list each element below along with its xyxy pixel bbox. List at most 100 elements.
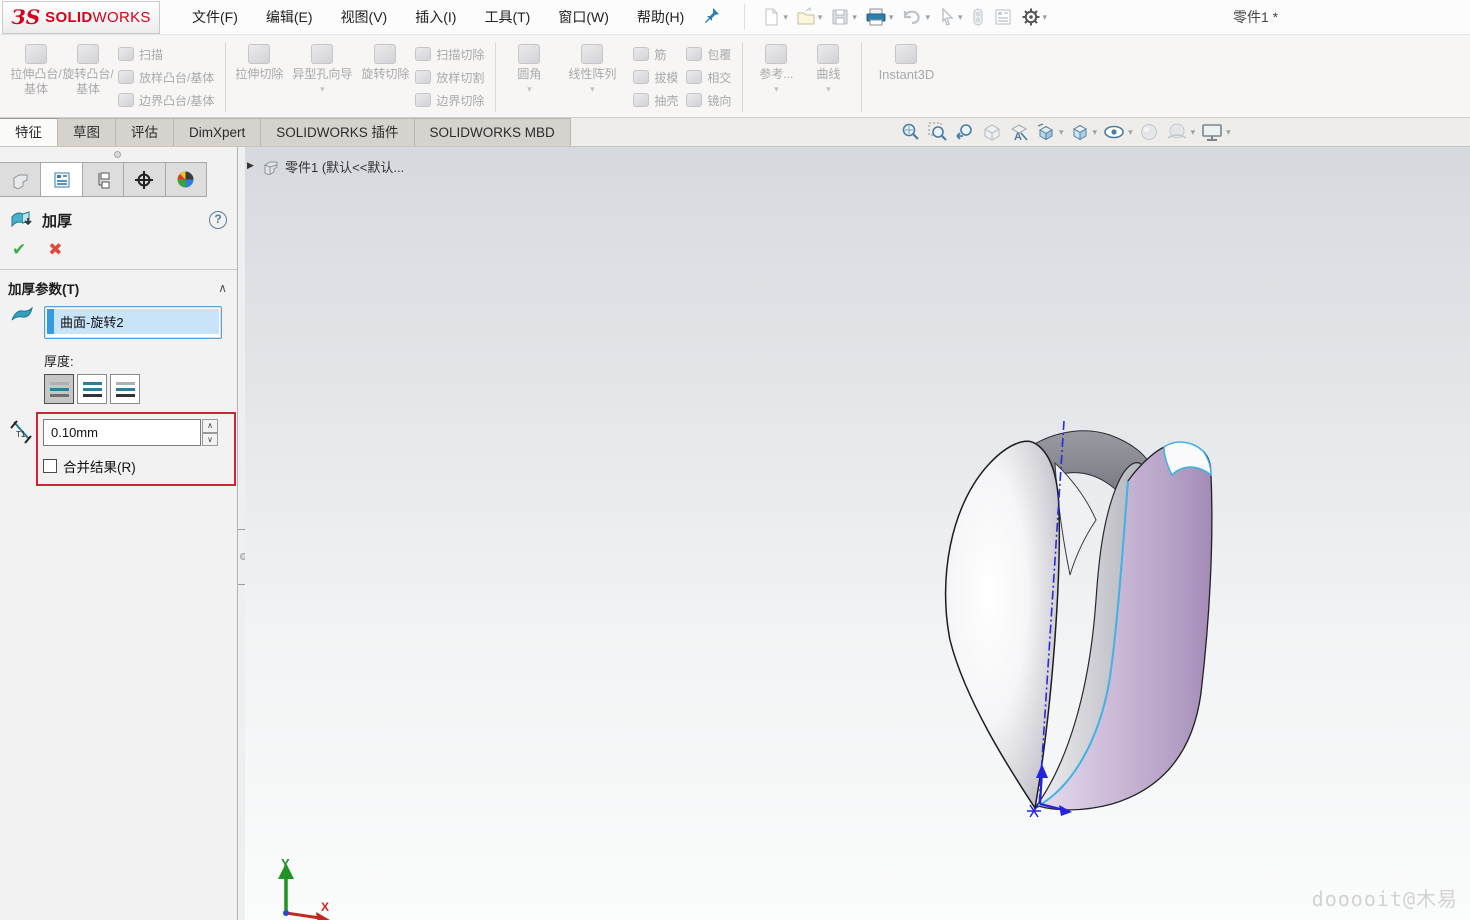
zoom-to-fit-button[interactable] — [898, 120, 924, 144]
tab-dimxpert-manager[interactable] — [124, 163, 165, 196]
dropdown-caret-icon[interactable]: ▾ — [527, 85, 532, 93]
menu-edit[interactable]: 编辑(E) — [252, 0, 327, 34]
tab-sketch[interactable]: 草图 — [58, 118, 116, 146]
shell-button[interactable]: 抽壳 — [633, 92, 678, 109]
menu-window[interactable]: 窗口(W) — [544, 0, 623, 34]
panel-divider[interactable] — [237, 147, 245, 920]
dropdown-caret-icon[interactable]: ▾ — [1191, 127, 1196, 138]
swept-cut-button[interactable]: 扫描切除 — [415, 46, 484, 63]
select-button[interactable]: ▾ — [936, 4, 965, 30]
revolved-boss-base-button[interactable]: 旋转凸台/基体 — [62, 37, 114, 117]
help-icon[interactable]: ? — [209, 211, 227, 229]
cancel-button[interactable]: ✖ — [48, 241, 62, 259]
menu-file[interactable]: 文件(F) — [178, 0, 252, 34]
tab-property-manager[interactable] — [41, 163, 82, 196]
view-orientation-button[interactable]: ▾ — [1033, 120, 1066, 144]
menu-help[interactable]: 帮助(H) — [623, 0, 698, 34]
extruded-cut-button[interactable]: 拉伸切除 — [233, 37, 285, 117]
revolved-cut-button[interactable]: 旋转切除 — [359, 37, 411, 117]
panel-top-splitter[interactable] — [0, 147, 237, 162]
dropdown-caret-icon[interactable]: ▾ — [889, 12, 894, 23]
settings-gear-icon[interactable]: ▾ — [1019, 4, 1050, 30]
thicken-side1-button[interactable] — [44, 374, 74, 404]
dropdown-caret-icon[interactable]: ▾ — [826, 85, 831, 93]
dynamic-annotation-views-button[interactable]: A — [1006, 120, 1032, 144]
dropdown-caret-icon[interactable]: ▾ — [1226, 127, 1231, 138]
intersect-button[interactable]: 相交 — [686, 69, 731, 86]
model-3d-tulip[interactable] — [920, 415, 1230, 830]
rebuild-button[interactable] — [969, 4, 987, 30]
fillet-button[interactable]: 圆角 ▾ — [503, 37, 555, 117]
draft-button[interactable]: 拔模 — [633, 69, 678, 86]
thickness-input[interactable]: 0.10mm — [43, 419, 201, 446]
apply-scene-button[interactable]: ▾ — [1163, 120, 1198, 144]
dropdown-caret-icon[interactable]: ▾ — [320, 85, 325, 93]
petal-left[interactable] — [946, 441, 1060, 808]
wrap-button[interactable]: 包覆 — [686, 46, 731, 63]
spin-down-button[interactable]: ∨ — [202, 433, 218, 447]
dropdown-caret-icon[interactable]: ▾ — [925, 12, 930, 23]
rib-button[interactable]: 筋 — [633, 46, 678, 63]
previous-view-button[interactable] — [952, 120, 978, 144]
dropdown-caret-icon[interactable]: ▾ — [852, 12, 857, 23]
boundary-cut-button[interactable]: 边界切除 — [415, 92, 484, 109]
selected-surface-item[interactable]: 曲面-旋转2 — [47, 309, 219, 334]
curves-button[interactable]: 曲线 ▾ — [802, 37, 854, 117]
tab-evaluate[interactable]: 评估 — [116, 118, 174, 146]
menu-view[interactable]: 视图(V) — [327, 0, 402, 34]
dropdown-caret-icon[interactable]: ▾ — [1043, 12, 1048, 23]
hole-wizard-button[interactable]: 异型孔向导 ▾ — [285, 37, 359, 117]
dropdown-caret-icon[interactable]: ▾ — [818, 12, 823, 23]
spin-up-button[interactable]: ∧ — [202, 419, 218, 433]
dropdown-caret-icon[interactable]: ▾ — [1059, 127, 1064, 138]
flyout-tree-arrow-icon[interactable]: ▶ — [247, 160, 254, 171]
linear-pattern-button[interactable]: 线性阵列 ▾ — [555, 37, 629, 117]
section-collapse-icon[interactable]: ∧ — [218, 281, 227, 295]
mirror-button[interactable]: 镜向 — [686, 92, 731, 109]
graphics-viewport[interactable]: ▶ 零件1 (默认<<默认... — [245, 147, 1470, 920]
instant3d-button[interactable]: Instant3D — [869, 37, 943, 117]
save-button[interactable]: ▾ — [828, 4, 859, 30]
tab-solidworks-mbd[interactable]: SOLIDWORKS MBD — [415, 118, 571, 146]
edit-appearance-button[interactable] — [1136, 120, 1162, 144]
dropdown-caret-icon[interactable]: ▾ — [783, 12, 788, 23]
zoom-to-area-button[interactable] — [925, 120, 951, 144]
lofted-boss-button[interactable]: 放样凸台/基体 — [118, 69, 214, 86]
tab-dimxpert[interactable]: DimXpert — [174, 118, 261, 146]
menu-insert[interactable]: 插入(I) — [401, 0, 470, 34]
ok-button[interactable]: ✔ — [12, 241, 26, 259]
thicken-side2-button[interactable] — [110, 374, 140, 404]
open-button[interactable]: ▾ — [794, 4, 825, 30]
tab-display-manager[interactable] — [166, 163, 206, 196]
pin-menu-icon[interactable] — [704, 7, 720, 28]
thicken-both-sides-button[interactable] — [77, 374, 107, 404]
menu-tools[interactable]: 工具(T) — [470, 0, 544, 34]
petal-inner-face[interactable] — [1055, 463, 1096, 575]
print-button[interactable]: ▾ — [863, 4, 896, 30]
tab-configuration-manager[interactable] — [83, 163, 124, 196]
tab-feature-manager[interactable] — [0, 163, 41, 196]
feature-tree-root[interactable]: 零件1 (默认<<默认... — [263, 157, 404, 176]
new-document-button[interactable]: ▾ — [759, 4, 790, 30]
undo-button[interactable]: ▾ — [899, 4, 932, 30]
tab-features[interactable]: 特征 — [0, 118, 58, 146]
dropdown-caret-icon[interactable]: ▾ — [1093, 127, 1098, 138]
surface-selection-listbox[interactable]: 曲面-旋转2 — [44, 306, 222, 339]
merge-result-checkbox[interactable] — [43, 459, 57, 473]
section-header-label: 加厚参数(T) — [8, 278, 79, 298]
swept-boss-button[interactable]: 扫描 — [118, 46, 214, 63]
section-view-button[interactable] — [979, 120, 1005, 144]
dropdown-caret-icon[interactable]: ▾ — [958, 12, 963, 23]
lofted-cut-button[interactable]: 放样切割 — [415, 69, 484, 86]
dropdown-caret-icon[interactable]: ▾ — [1128, 127, 1133, 138]
tab-solidworks-addins[interactable]: SOLIDWORKS 插件 — [261, 118, 414, 146]
boundary-boss-button[interactable]: 边界凸台/基体 — [118, 92, 214, 109]
options-list-button[interactable] — [991, 4, 1015, 30]
hide-show-items-button[interactable]: ▾ — [1100, 120, 1135, 144]
reference-geometry-button[interactable]: 参考... ▾ — [750, 37, 802, 117]
dropdown-caret-icon[interactable]: ▾ — [590, 85, 595, 93]
view-settings-button[interactable]: ▾ — [1198, 120, 1233, 144]
extruded-boss-base-button[interactable]: 拉伸凸台/基体 — [10, 37, 62, 117]
dropdown-caret-icon[interactable]: ▾ — [774, 85, 779, 93]
display-style-button[interactable]: ▾ — [1067, 120, 1100, 144]
